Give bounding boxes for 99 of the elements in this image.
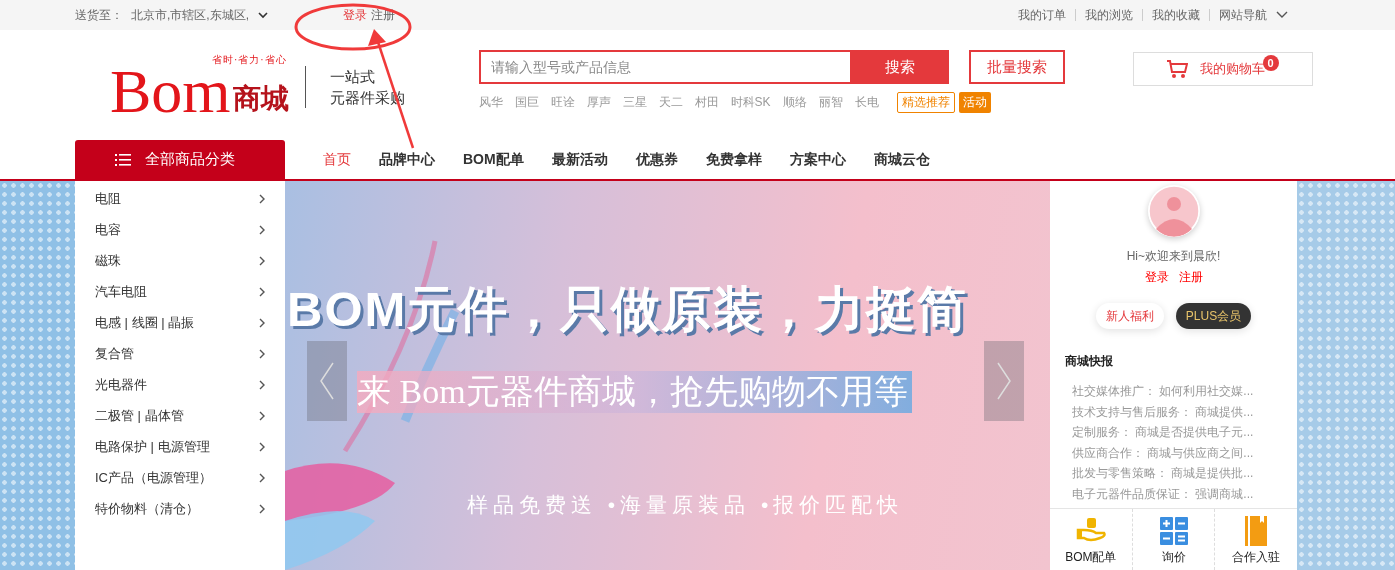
ship-to-label: 送货至： [75, 6, 123, 24]
search-field[interactable]: 请输入型号或产品信息 [478, 50, 852, 84]
news-link[interactable]: 供应商合作： 商城与供应商之间... [1072, 442, 1254, 463]
menu-icon[interactable] [115, 152, 131, 167]
newcomer-benefits-button[interactable]: 新人福利 [1095, 303, 1164, 329]
category-label: 光电器件 [95, 375, 147, 394]
brand-link[interactable]: 顺络 [782, 94, 807, 111]
top-link[interactable]: 网站导航 [1219, 6, 1267, 24]
category-label: 磁珠 [95, 251, 121, 270]
banner-features: 样品免费送 •海量原装品 •报价匹配快 [467, 492, 904, 518]
category-label: 电感 | 线圈 | 晶振 [95, 313, 195, 332]
category-item[interactable]: 电路保护 | 电源管理 [75, 431, 285, 462]
greeting-text: Hi~欢迎来到晨欣! [1126, 248, 1221, 265]
chevron-right-icon [257, 440, 267, 453]
category-label: IC产品（电源管理） [95, 468, 212, 487]
chevron-right-icon [257, 285, 267, 298]
chevron-right-icon [257, 347, 267, 360]
chevron-right-icon [257, 409, 267, 422]
cart-button[interactable]: 我的购物车 0 [1132, 52, 1313, 86]
chevron-right-icon [257, 378, 267, 391]
brand-link[interactable]: 国巨 [514, 94, 539, 111]
brand-link[interactable]: 天二 [658, 94, 683, 111]
nav-tab[interactable]: 免费拿样 [705, 150, 762, 169]
logo-slogan: 省时·省力·省心 [211, 54, 287, 66]
category-item[interactable]: 汽车电阻 [75, 276, 285, 307]
cart-label: 我的购物车 [1199, 60, 1265, 78]
brand-link[interactable]: 村田 [694, 94, 719, 111]
top-link[interactable]: 我的浏览 [1085, 6, 1133, 24]
category-item[interactable]: 光电器件 [75, 369, 285, 400]
category-item[interactable]: IC产品（电源管理） [75, 462, 285, 493]
logo-brand-text: 商城 [232, 82, 289, 116]
category-item[interactable]: 特价物料（清仓） [75, 493, 285, 524]
news-link[interactable]: 技术支持与售后服务： 商城提供... [1072, 401, 1254, 422]
category-label: 电路保护 | 电源管理 [95, 437, 210, 456]
category-label: 汽车电阻 [95, 282, 147, 301]
brand-link[interactable]: 风华 [478, 94, 503, 111]
login-link[interactable]: 登录 [343, 6, 367, 24]
chevron-right-icon [257, 316, 267, 329]
category-item[interactable]: 电感 | 线圈 | 晶振 [75, 307, 285, 338]
nav-tab[interactable]: 品牌中心 [379, 150, 435, 169]
quick-link[interactable]: 合作入驻 [1214, 509, 1297, 570]
category-item[interactable]: 电容 [75, 214, 285, 245]
chevron-right-icon [257, 502, 267, 515]
nav-tab[interactable]: 优惠券 [635, 150, 678, 169]
category-label: 复合管 [95, 344, 134, 363]
news-link[interactable]: 电子元器件品质保证： 强调商城... [1072, 483, 1254, 504]
category-item[interactable]: 电阻 [75, 183, 285, 214]
news-link[interactable]: 批发与零售策略： 商城是提供批... [1072, 463, 1254, 484]
brand-link[interactable]: 长电 [854, 94, 879, 111]
search-button[interactable]: 搜索 [851, 50, 949, 84]
chevron-right-icon [257, 254, 267, 267]
nav-tab[interactable]: BOM配单 [463, 150, 524, 169]
all-categories-label: 全部商品分类 [145, 150, 235, 169]
quick-link[interactable]: BOM配单 [1050, 509, 1132, 570]
calculator-icon [1158, 516, 1189, 546]
site-logo[interactable]: 省时·省力·省心 Bom商城 [110, 54, 289, 140]
top-link[interactable]: 我的收藏 [1152, 6, 1200, 24]
chevron-down-icon[interactable] [1275, 10, 1289, 20]
category-item[interactable]: 磁珠 [75, 245, 285, 276]
nav-tab[interactable]: 首页 [323, 150, 351, 169]
cart-icon [1165, 59, 1188, 79]
news-title: 商城快报 [1065, 353, 1113, 370]
chevron-right-icon [996, 361, 1012, 401]
location-text[interactable]: 北京市,市辖区,东城区, [131, 6, 249, 24]
brand-link[interactable]: 三星 [622, 94, 647, 111]
news-link[interactable]: 定制服务： 商城是否提供电子元... [1072, 422, 1254, 443]
quick-link-label: 合作入驻 [1232, 549, 1281, 566]
register-link[interactable]: 注册 [1178, 269, 1203, 286]
membership-button[interactable]: PLUS会员 [1175, 303, 1252, 329]
banner-headline: BOM元件，只做原装，力挺简 [287, 281, 969, 338]
chevron-right-icon [257, 192, 267, 205]
all-categories-button[interactable]: 全部商品分类 [75, 140, 285, 179]
news-link[interactable]: 社交媒体推广： 如何利用社交媒... [1072, 381, 1254, 402]
brand-link[interactable]: 旺诠 [550, 94, 575, 111]
quick-link[interactable]: 询价 [1131, 509, 1215, 570]
category-label: 电阻 [95, 189, 121, 208]
chevron-right-icon [257, 223, 267, 236]
category-label: 特价物料（清仓） [95, 499, 199, 518]
tagline-text: 一站式 [329, 67, 376, 87]
quick-link-label: BOM配单 [1065, 549, 1117, 566]
brand-link[interactable]: 丽智 [818, 94, 843, 111]
category-item[interactable]: 复合管 [75, 338, 285, 369]
category-item[interactable]: 二极管 | 晶体管 [75, 400, 285, 431]
category-label: 二极管 | 晶体管 [95, 406, 184, 425]
nav-tab[interactable]: 最新活动 [551, 150, 608, 169]
brand-link[interactable]: 厚声 [586, 94, 611, 111]
chevron-down-icon[interactable] [257, 10, 269, 20]
quick-link-label: 询价 [1161, 549, 1186, 566]
nav-tab[interactable]: 方案中心 [789, 150, 846, 169]
batch-search-button[interactable]: 批量搜索 [968, 50, 1065, 84]
top-link[interactable]: 我的订单 [1018, 6, 1066, 24]
brand-link[interactable]: 时科SK [730, 94, 771, 111]
login-link[interactable]: 登录 [1144, 269, 1169, 286]
chevron-left-icon [319, 361, 335, 401]
chevron-right-icon [257, 471, 267, 484]
nav-tab[interactable]: 商城云仓 [873, 150, 930, 169]
logo-wordmark: Bom [110, 66, 231, 116]
category-label: 电容 [95, 220, 121, 239]
banner-subheadline: 来 Bom元器件商城，抢先购物不用等 [357, 371, 912, 413]
